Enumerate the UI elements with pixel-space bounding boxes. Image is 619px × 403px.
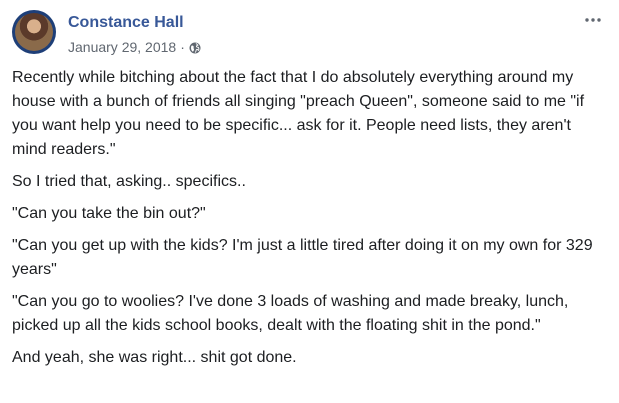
post-paragraph: "Can you take the bin out?": [12, 205, 206, 222]
post-meta: January 29, 2018 ·: [68, 39, 201, 55]
avatar[interactable]: [12, 10, 56, 54]
avatar-photo: [15, 13, 53, 51]
post-date[interactable]: January 29, 2018: [68, 39, 176, 55]
post-paragraph: Recently while bitching about the fact t…: [12, 69, 585, 158]
more-options-icon[interactable]: [579, 10, 607, 30]
post-paragraph: "Can you get up with the kids? I'm just …: [12, 237, 593, 278]
post-paragraph: So I tried that, asking.. specifics..: [12, 173, 246, 190]
post-header: Constance Hall January 29, 2018 ·: [12, 10, 607, 60]
globe-icon[interactable]: [189, 41, 201, 54]
post-paragraph: And yeah, she was right... shit got done…: [12, 349, 297, 366]
facebook-post: Constance Hall January 29, 2018 · Recent…: [0, 0, 619, 403]
post-body: Recently while bitching about the fact t…: [12, 66, 602, 378]
meta-separator: ·: [180, 39, 185, 55]
post-paragraph: "Can you go to woolies? I've done 3 load…: [12, 293, 569, 334]
author-name[interactable]: Constance Hall: [68, 14, 184, 32]
